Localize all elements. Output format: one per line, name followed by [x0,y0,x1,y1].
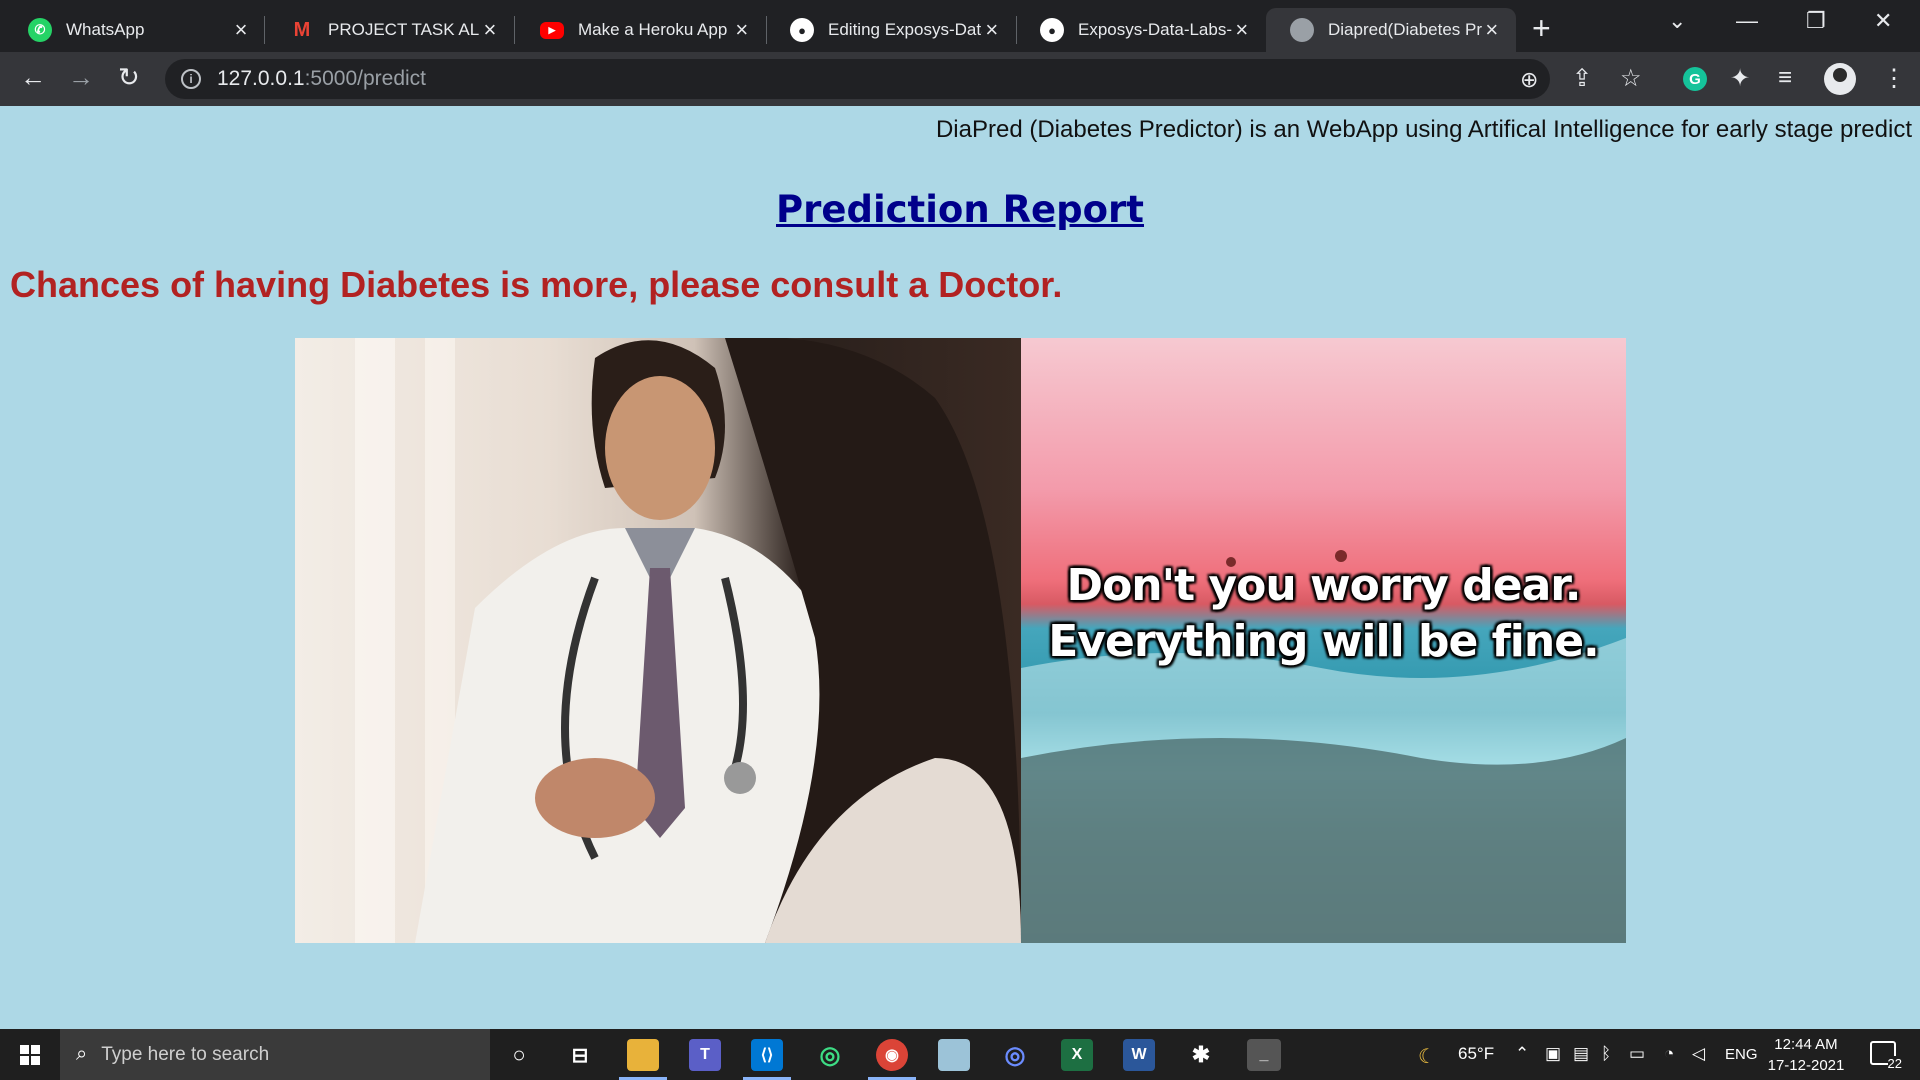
close-icon[interactable]: × [982,17,1002,43]
tab-diapred[interactable]: Diapred(Diabetes Pre × [1266,8,1516,52]
zoom-icon[interactable]: ⊕ [1520,67,1538,93]
menu-kebab-icon[interactable]: ⋮ [1882,64,1906,93]
vscode-icon[interactable]: ⟨⟩ [743,1039,791,1080]
tab-strip: ✆ WhatsApp × M PROJECT TASK ALLOC × ▶ Ma… [0,0,1920,52]
info-icon[interactable]: i [181,69,201,89]
windows-start-icon[interactable] [20,1045,40,1065]
reading-list-icon[interactable]: ≡ [1778,64,1792,92]
app-ring-icon[interactable]: ◎ [814,1039,846,1071]
word-icon[interactable]: W [1123,1039,1155,1071]
cortana-icon[interactable]: ○ [503,1039,535,1071]
snipping-icon[interactable]: ✱ [1185,1039,1217,1071]
forward-button[interactable]: → [68,62,94,93]
file-explorer-icon[interactable] [619,1039,667,1080]
excel-icon[interactable]: X [1061,1039,1093,1071]
tab-separator [264,16,265,44]
notification-center-icon[interactable]: 22 [1870,1041,1902,1071]
browser-toolbar: ← → ↻ i 127.0.0.1:5000/predict ⊕ ⇪ ☆ G ✦… [0,52,1920,106]
github-icon: ● [1040,18,1064,42]
windows-taskbar: ⌕ Type here to search ○ ⊟ T ⟨⟩ ◎ ◉ ◎ X W… [0,1029,1920,1080]
tab-title: Editing Exposys-Data [828,20,982,39]
page-content: DiaPred (Diabetes Predictor) is an WebAp… [0,106,1920,1029]
meme-caption-line1: Don't you worry dear. [1066,560,1582,611]
share-icon[interactable]: ⇪ [1572,64,1592,93]
close-icon[interactable]: × [1482,17,1502,43]
gmail-icon: M [293,18,311,41]
terminal-icon[interactable]: _ [1247,1039,1281,1071]
meet-icon[interactable]: ▣ [1545,1044,1561,1064]
language-indicator[interactable]: ENG [1725,1046,1758,1063]
profile-avatar[interactable] [1824,63,1856,95]
chrome-icon[interactable]: ◉ [868,1039,916,1080]
github-icon: ● [790,18,814,42]
close-icon[interactable]: × [230,17,252,43]
app-description-marquee: DiaPred (Diabetes Predictor) is an WebAp… [935,116,1912,143]
close-icon[interactable]: × [480,17,500,43]
youtube-icon: ▶ [540,21,564,39]
tab-github-exposys[interactable]: ● Exposys-Data-Labs-I × [1016,8,1266,52]
doctor-illustration [355,338,1021,943]
url-host: 127.0.0.1 [217,67,305,90]
tab-search-icon[interactable]: ⌄ [1668,8,1686,34]
beach-meme-image: Don't you worry dear. Everything will be… [1021,338,1626,943]
globe-icon [1290,18,1314,42]
bluetooth-icon[interactable]: ᛒ [1601,1044,1611,1064]
extensions-icon[interactable]: ✦ [1730,64,1750,93]
notification-count: 22 [1887,1056,1902,1071]
doctor-image [295,338,1021,943]
teams-icon[interactable]: T [689,1039,721,1071]
url-path: :5000/predict [304,67,427,90]
meme-caption: Don't you worry dear. Everything will be… [1021,558,1626,670]
tab-youtube[interactable]: ▶ Make a Heroku App × [516,8,766,52]
tab-title: Diapred(Diabetes Pre [1328,20,1482,39]
weather-icon[interactable]: ☾ [1418,1044,1436,1069]
taskbar-search-box[interactable]: ⌕ Type here to search [60,1029,490,1080]
weather-temp[interactable]: 65°F [1458,1044,1494,1064]
system-clock[interactable]: 12:44 AM 17-12-2021 [1766,1034,1846,1076]
close-icon[interactable]: × [732,17,752,43]
reload-button[interactable]: ↻ [118,62,140,93]
new-tab-button[interactable]: + [1532,10,1551,47]
volume-icon[interactable]: ◁ [1692,1044,1705,1064]
tab-github-editing[interactable]: ● Editing Exposys-Data × [766,8,1016,52]
tray-app-icon[interactable]: ▤ [1573,1044,1589,1064]
back-button[interactable]: ← [20,62,46,93]
search-icon: ⌕ [76,1043,88,1065]
page-title: Prediction Report [776,188,1144,231]
url-text: 127.0.0.1:5000/predict [217,67,426,91]
minimize-button[interactable]: — [1736,8,1758,34]
prediction-result: Chances of having Diabetes is more, plea… [10,264,1063,305]
grammarly-icon[interactable]: G [1683,67,1707,91]
clock-time: 12:44 AM [1774,1036,1838,1053]
wifi-icon[interactable]: ◔ [1664,1044,1674,1064]
restore-button[interactable]: ❐ [1806,8,1826,34]
tab-title: Make a Heroku App [578,20,728,39]
close-window-button[interactable]: ✕ [1874,8,1892,34]
tray-chevron-icon[interactable]: ⌃ [1515,1044,1529,1064]
tab-whatsapp[interactable]: ✆ WhatsApp × [4,8,266,52]
tab-title: Exposys-Data-Labs-I [1078,20,1232,39]
bookmark-star-icon[interactable]: ☆ [1620,64,1642,93]
tab-title: PROJECT TASK ALLOC [328,20,480,39]
tab-title: WhatsApp [66,20,145,39]
app-circle-icon[interactable]: ◎ [999,1039,1031,1071]
battery-icon[interactable]: ▭ [1629,1044,1645,1064]
whatsapp-icon: ✆ [28,18,52,42]
task-view-icon[interactable]: ⊟ [564,1039,596,1071]
clock-date: 17-12-2021 [1767,1057,1845,1074]
meme-caption-line2: Everything will be fine. [1048,616,1600,667]
tab-separator [514,16,515,44]
close-icon[interactable]: × [1232,17,1252,43]
search-placeholder: Type here to search [101,1043,270,1065]
address-bar[interactable]: i 127.0.0.1:5000/predict ⊕ [165,59,1550,99]
app-glass-icon[interactable] [938,1039,970,1071]
tab-gmail[interactable]: M PROJECT TASK ALLOC × [266,8,514,52]
